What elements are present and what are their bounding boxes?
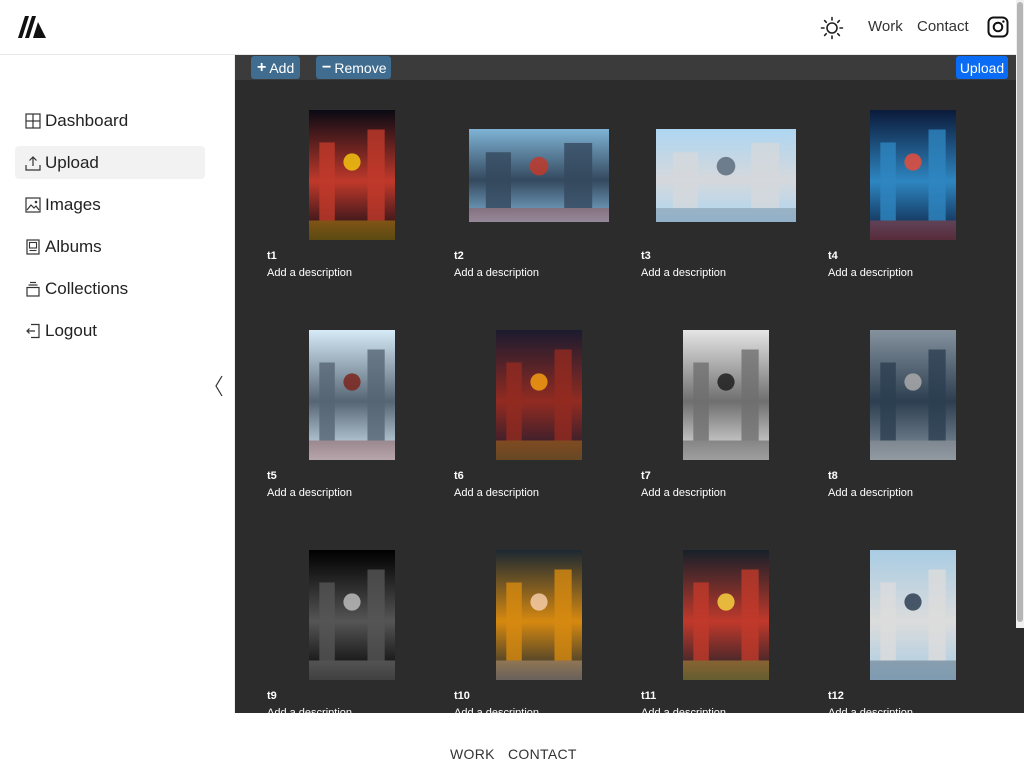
upload-button[interactable]: Upload — [956, 56, 1008, 79]
page-scrollbar[interactable] — [1016, 0, 1024, 628]
sidebar-item-upload[interactable]: Upload — [15, 146, 205, 179]
remove-button[interactable]: − Remove — [316, 56, 391, 79]
image-card[interactable]: t1 Add a description — [267, 110, 437, 285]
image-thumbnail[interactable] — [683, 330, 769, 460]
sidebar-item-logout[interactable]: Logout — [15, 314, 205, 347]
sidebar-item-label: Dashboard — [45, 110, 129, 130]
image-thumbnail[interactable] — [309, 110, 395, 240]
image-description[interactable]: Add a description — [828, 487, 913, 499]
sidebar-item-label: Upload — [45, 152, 99, 172]
sidebar: Dashboard Upload Images Albums Collectio… — [0, 55, 235, 713]
thumbnail-frame — [641, 330, 811, 460]
remove-button-label: Remove — [334, 59, 387, 76]
image-thumbnail[interactable] — [496, 550, 582, 680]
top-navbar: Work Contact — [0, 0, 1024, 55]
thumbnail-frame — [641, 110, 811, 240]
sidebar-item-label: Albums — [45, 236, 102, 256]
image-title[interactable]: t11 — [641, 690, 656, 702]
sidebar-item-label: Images — [45, 194, 101, 214]
upload-icon — [25, 155, 41, 171]
image-card[interactable]: t11 Add a description — [641, 550, 811, 713]
thumbnail-frame — [267, 110, 437, 240]
sun-icon[interactable] — [820, 16, 844, 40]
image-card[interactable]: t8 Add a description — [828, 330, 998, 505]
thumbnail-frame — [641, 550, 811, 680]
image-card[interactable]: t4 Add a description — [828, 110, 998, 285]
image-title[interactable]: t7 — [641, 470, 651, 482]
chevron-left-icon[interactable] — [213, 375, 225, 397]
image-description[interactable]: Add a description — [267, 267, 352, 279]
image-title[interactable]: t6 — [454, 470, 464, 482]
sidebar-item-collections[interactable]: Collections — [15, 272, 205, 305]
thumbnail-frame — [267, 330, 437, 460]
add-button[interactable]: + Add — [251, 56, 300, 79]
footer-contact-link[interactable]: CONTACT — [508, 746, 577, 762]
thumbnail-frame — [454, 110, 624, 240]
nav-contact-link[interactable]: Contact — [917, 18, 969, 35]
album-icon — [26, 238, 40, 255]
upload-toolbar: + Add − Remove Upload — [235, 55, 1024, 80]
thumbnail-frame — [454, 550, 624, 680]
footer-work-link[interactable]: WORK — [450, 746, 495, 762]
grid-icon — [25, 112, 41, 129]
thumbnail-frame — [828, 330, 998, 460]
image-description[interactable]: Add a description — [267, 487, 352, 499]
sidebar-item-images[interactable]: Images — [15, 188, 205, 221]
image-card[interactable]: t10 Add a description — [454, 550, 624, 713]
collections-icon — [26, 281, 40, 297]
sidebar-item-label: Collections — [45, 278, 129, 298]
image-thumbnail[interactable] — [309, 550, 395, 680]
image-card[interactable]: t12 Add a description — [828, 550, 998, 713]
scrollbar-thumb[interactable] — [1017, 2, 1023, 622]
image-title[interactable]: t3 — [641, 250, 651, 262]
image-description[interactable]: Add a description — [641, 487, 726, 499]
image-description[interactable]: Add a description — [641, 267, 726, 279]
image-thumbnail[interactable] — [683, 550, 769, 680]
instagram-icon[interactable] — [987, 16, 1009, 38]
m-logo-icon[interactable] — [16, 14, 48, 40]
image-thumbnail[interactable] — [870, 110, 956, 240]
image-card[interactable]: t3 Add a description — [641, 110, 811, 285]
image-thumbnail[interactable] — [656, 128, 796, 222]
thumbnail-frame — [267, 550, 437, 680]
thumbnail-frame — [828, 110, 998, 240]
image-card[interactable]: t2 Add a description — [454, 110, 624, 285]
image-card[interactable]: t5 Add a description — [267, 330, 437, 505]
image-icon — [25, 196, 41, 213]
sidebar-item-albums[interactable]: Albums — [15, 230, 205, 263]
image-card[interactable]: t9 Add a description — [267, 550, 437, 713]
image-card[interactable]: t6 Add a description — [454, 330, 624, 505]
image-description[interactable]: Add a description — [454, 487, 539, 499]
image-thumbnail[interactable] — [870, 550, 956, 680]
logout-icon — [26, 323, 40, 338]
thumbnail-frame — [828, 550, 998, 680]
image-title[interactable]: t9 — [267, 690, 277, 702]
image-thumbnail[interactable] — [496, 330, 582, 460]
image-title[interactable]: t10 — [454, 690, 470, 702]
image-description[interactable]: Add a description — [828, 267, 913, 279]
thumbnail-frame — [454, 330, 624, 460]
image-title[interactable]: t5 — [267, 470, 277, 482]
add-button-label: Add — [269, 59, 295, 76]
image-title[interactable]: t2 — [454, 250, 464, 262]
image-title[interactable]: t1 — [267, 250, 277, 262]
image-thumbnail[interactable] — [309, 330, 395, 460]
image-title[interactable]: t8 — [828, 470, 838, 482]
sidebar-item-label: Logout — [45, 320, 97, 340]
upload-workspace: + Add − Remove Upload t1 Add a descriptio… — [235, 55, 1024, 713]
upload-button-label: Upload — [959, 59, 1005, 76]
image-description[interactable]: Add a description — [454, 267, 539, 279]
image-title[interactable]: t4 — [828, 250, 838, 262]
sidebar-item-dashboard[interactable]: Dashboard — [15, 104, 205, 137]
minus-icon: − — [322, 58, 332, 76]
nav-work-link[interactable]: Work — [868, 18, 903, 35]
image-card[interactable]: t7 Add a description — [641, 330, 811, 505]
image-thumbnail[interactable] — [469, 128, 609, 222]
image-title[interactable]: t12 — [828, 690, 844, 702]
plus-icon: + — [257, 58, 267, 76]
image-thumbnail[interactable] — [870, 330, 956, 460]
footer: WORK CONTACT — [0, 713, 1024, 768]
